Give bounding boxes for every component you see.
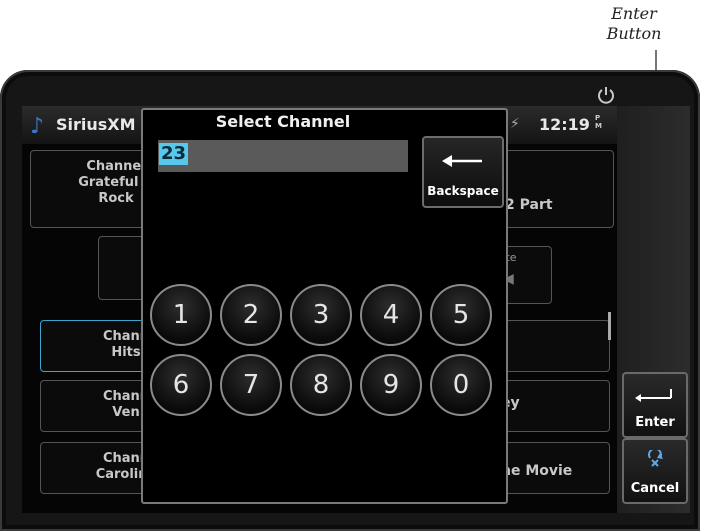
list-scrollbar[interactable] bbox=[608, 312, 611, 340]
keypad-key-5[interactable]: 5 bbox=[430, 284, 492, 346]
part-label: 2 Part bbox=[505, 197, 553, 213]
callout-line-2: Button bbox=[606, 24, 662, 43]
enter-icon bbox=[635, 389, 672, 402]
channel-input[interactable]: 23 bbox=[158, 140, 408, 172]
clock-ampm-bottom: M bbox=[595, 122, 602, 130]
power-plug-icon: ⚡ bbox=[510, 116, 520, 132]
cancel-button-label: Cancel bbox=[630, 481, 680, 496]
backspace-label: Backspace bbox=[427, 184, 499, 198]
backspace-button[interactable]: Backspace bbox=[422, 136, 504, 208]
keypad-key-2[interactable]: 2 bbox=[220, 284, 282, 346]
cancel-button[interactable]: Cancel bbox=[622, 438, 688, 504]
keypad-key-1[interactable]: 1 bbox=[150, 284, 212, 346]
clock-ampm-top: P bbox=[595, 114, 601, 122]
enter-button-callout: Enter Button bbox=[594, 4, 674, 44]
app-title: SiriusXM bbox=[56, 115, 136, 134]
program-list-item-3-label: he Movie bbox=[501, 463, 573, 479]
select-channel-dialog: Select Channel 23 Backspace 1 2 3 4 5 6 … bbox=[141, 108, 508, 504]
dialog-title: Select Channel bbox=[215, 112, 351, 131]
callout-line-1: Enter bbox=[611, 4, 657, 23]
screen: ♪ SiriusXM ⚡ 12:19 P M Channel Grateful … bbox=[22, 106, 690, 513]
channel-input-value: 23 bbox=[159, 143, 189, 165]
keypad-key-7[interactable]: 7 bbox=[220, 354, 282, 416]
clock: 12:19 bbox=[539, 115, 590, 134]
enter-button-label: Enter bbox=[635, 415, 675, 430]
clock-ampm: P M bbox=[595, 114, 602, 130]
keypad-key-8[interactable]: 8 bbox=[290, 354, 352, 416]
keypad-key-4[interactable]: 4 bbox=[360, 284, 422, 346]
power-icon[interactable] bbox=[597, 86, 615, 104]
enter-button[interactable]: Enter bbox=[622, 372, 688, 438]
cancel-icon bbox=[648, 450, 663, 467]
keypad-key-3[interactable]: 3 bbox=[290, 284, 352, 346]
keypad-key-9[interactable]: 9 bbox=[360, 354, 422, 416]
arrow-left-icon bbox=[442, 155, 482, 167]
keypad-key-6[interactable]: 6 bbox=[150, 354, 212, 416]
keypad-key-0[interactable]: 0 bbox=[430, 354, 492, 416]
music-note-icon: ♪ bbox=[30, 114, 45, 139]
